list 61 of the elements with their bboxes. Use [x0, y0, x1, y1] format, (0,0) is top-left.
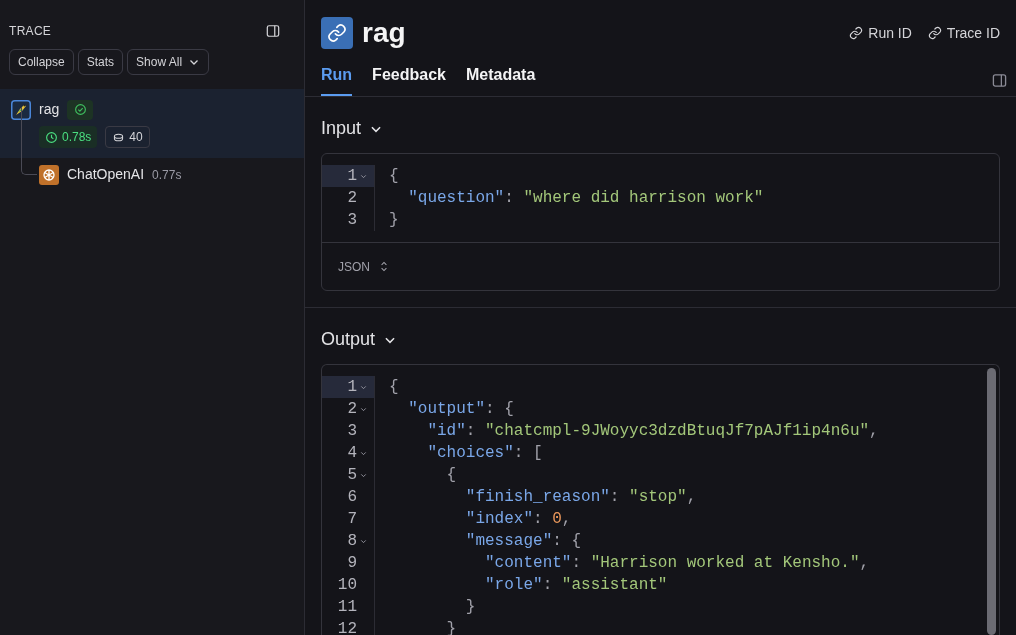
copy-link[interactable]: Run ID — [849, 22, 912, 44]
line-number: 2 — [347, 399, 357, 420]
code-line: { — [445, 465, 458, 486]
line-number: 5 — [347, 465, 357, 486]
line-number: 1 — [347, 377, 357, 398]
tab[interactable]: Feedback — [372, 63, 446, 96]
clock-icon — [45, 130, 58, 144]
link-icon — [927, 26, 942, 40]
trace-row[interactable]: ChatOpenAI 0.77s — [0, 158, 304, 191]
page-title: rag — [362, 19, 406, 47]
run-name: ChatOpenAI — [67, 165, 145, 184]
line-number: 8 — [347, 531, 357, 552]
line-number: 2 — [347, 188, 357, 209]
panel-icon — [266, 24, 280, 38]
toolbar-button[interactable]: Collapse — [9, 49, 74, 75]
section-toggle[interactable]: Input — [321, 115, 384, 142]
latency-badge: 0.78s — [39, 126, 98, 148]
panel-icon — [992, 72, 1007, 88]
tree-connector — [21, 107, 37, 175]
panel-title: TRACE — [9, 23, 52, 40]
line-number: 3 — [347, 421, 357, 442]
run-name: rag — [39, 100, 60, 119]
line-number: 1 — [347, 166, 357, 187]
line-number: 9 — [347, 553, 357, 574]
line-number: 11 — [337, 597, 357, 618]
code-line: "index": 0, — [464, 509, 573, 530]
line-number: 12 — [337, 619, 357, 635]
copy-link[interactable]: Trace ID — [927, 22, 1000, 44]
code-line: "role": "assistant" — [484, 575, 669, 596]
code-line: { — [389, 166, 400, 187]
code-line: } — [389, 210, 400, 231]
dropdown-button[interactable]: Show All — [127, 49, 210, 75]
link-icon — [849, 26, 864, 40]
line-number: 10 — [337, 575, 357, 596]
line-number: 3 — [347, 210, 357, 231]
code-line: "output": { — [407, 399, 515, 420]
code-line: "message": { — [464, 531, 583, 552]
latency-text: 0.77s — [152, 166, 182, 184]
section-toggle[interactable]: Output — [321, 326, 1000, 353]
code-line: "question": "where did harrison work" — [407, 188, 765, 209]
code-line: "finish_reason": "stop", — [464, 487, 698, 508]
link-icon — [321, 17, 353, 49]
code-line: "content": "Harrison worked at Kensho.", — [484, 553, 871, 574]
toggle-panel-button[interactable] — [992, 72, 1008, 88]
line-number: 4 — [347, 443, 357, 464]
check-circle-icon — [73, 103, 87, 116]
line-number: 7 — [347, 509, 357, 530]
sort-icon — [380, 260, 388, 273]
code-line: "id": "chatcmpl-9JWoyyc3dzdBtuqJf7pAJf1ip4n6u", — [426, 421, 880, 442]
scrollbar[interactable] — [987, 368, 996, 635]
code-line: { — [389, 377, 400, 398]
tab[interactable]: Run — [321, 63, 353, 96]
tab[interactable]: Metadata — [465, 63, 536, 96]
toggle-panel-button[interactable] — [266, 23, 282, 39]
code-line: "choices": [ — [426, 443, 544, 464]
code-line: } — [464, 597, 477, 618]
line-number: 6 — [347, 487, 357, 508]
token-badge: 40 — [105, 126, 150, 148]
toolbar-button[interactable]: Stats — [77, 49, 124, 75]
trace-row[interactable]: rag 0.78s 40 — [0, 89, 304, 158]
format-selector[interactable]: JSON — [338, 257, 388, 276]
